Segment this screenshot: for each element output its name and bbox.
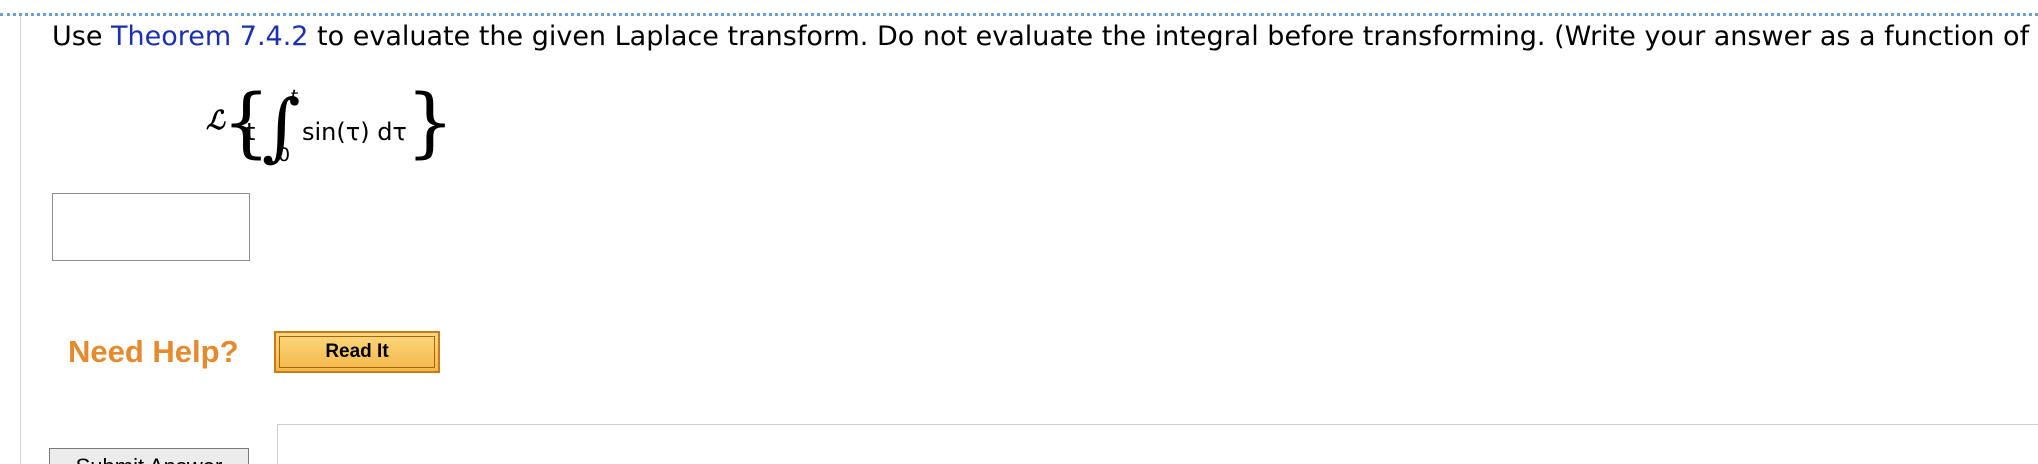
answer-input[interactable]: [52, 193, 250, 261]
response-panel: [277, 424, 2038, 464]
question-text: Use Theorem 7.4.2 to evaluate the given …: [52, 19, 2038, 55]
right-brace: }: [406, 77, 455, 166]
submit-answer-button[interactable]: Submit Answer: [49, 448, 249, 464]
read-it-button[interactable]: Read It: [274, 331, 440, 373]
laplace-expression: ℒ { t ∫ t 0 sin(τ) dτ }: [206, 82, 454, 172]
need-help-label: Need Help?: [68, 334, 239, 369]
upper-limit: t: [290, 86, 298, 108]
read-it-label: Read It: [279, 336, 435, 368]
integrand: sin(τ) dτ: [302, 118, 407, 146]
question-panel: Use Theorem 7.4.2 to evaluate the given …: [0, 0, 2038, 464]
left-border: [20, 16, 21, 464]
theorem-link[interactable]: Theorem 7.4.2: [111, 21, 308, 52]
factor-t: t: [246, 118, 256, 146]
question-prefix: Use: [52, 21, 112, 52]
question-middle: to evaluate the given Laplace transform.…: [308, 21, 2038, 52]
top-divider: [0, 13, 2038, 16]
lower-limit: 0: [278, 144, 291, 166]
